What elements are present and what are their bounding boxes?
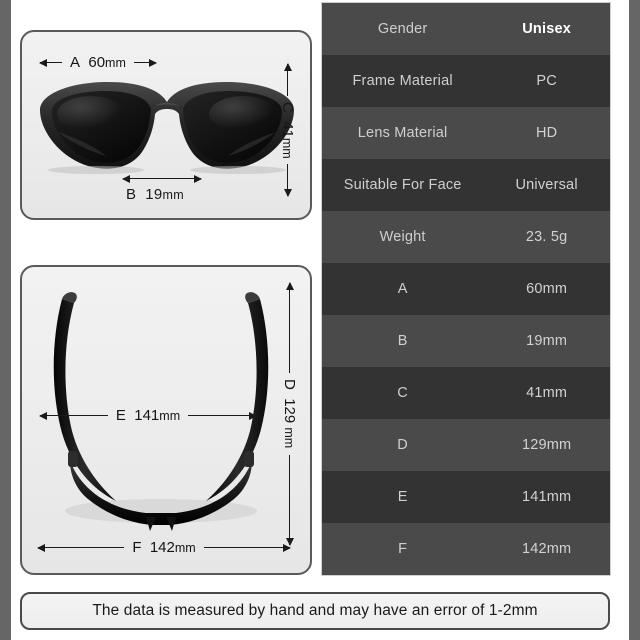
dimension-b-arrow (122, 174, 202, 183)
dimension-f-row: F 142mm (36, 539, 292, 556)
spec-key: Frame Material (352, 73, 453, 89)
spec-value: Unisex (522, 21, 571, 37)
table-row: D 129mm (322, 419, 610, 471)
spec-key: D (397, 437, 408, 453)
dimension-e-row: E 141mm (39, 407, 257, 424)
table-row: C 41mm (322, 367, 610, 419)
spec-key: C (397, 385, 408, 401)
arrow-right-icon (133, 58, 157, 67)
specification-table: Gender Unisex Frame Material PC Lens Materia… (322, 3, 610, 575)
spec-value: Universal (515, 177, 578, 193)
table-row: A 60mm (322, 263, 610, 315)
product-spec-sheet: A 60mm B 19mm C 41mm E 141mm F 142mm D 1… (0, 0, 640, 640)
arrow-up-icon (285, 281, 294, 374)
dimension-d-column: D 129 mm (281, 281, 298, 547)
right-edge-bar (629, 0, 640, 640)
spec-value: HD (535, 125, 558, 141)
diagram-column: A 60mm B 19mm C 41mm E 141mm F 142mm D 1… (20, 0, 312, 640)
arrow-double-icon (122, 174, 202, 183)
arrow-left-icon (39, 58, 62, 67)
table-row: Frame Material PC (322, 55, 610, 107)
measurement-disclaimer: The data is measured by hand and may hav… (20, 592, 610, 630)
table-row: Weight 23. 5g (322, 211, 610, 263)
spec-value: 129mm (521, 437, 572, 453)
dimension-f-label: F 142mm (132, 539, 196, 556)
arrow-down-icon (285, 454, 294, 547)
spec-value: 60mm (526, 281, 568, 297)
measurement-disclaimer-text: The data is measured by hand and may hav… (92, 602, 538, 619)
spec-key: E (397, 489, 408, 505)
spec-key: Gender (377, 21, 428, 37)
spec-key: F (398, 541, 408, 557)
arrow-left-icon (36, 543, 125, 552)
arrow-right-icon (203, 543, 292, 552)
table-row: E 141mm (322, 471, 610, 523)
dimension-b-label: B 19mm (126, 186, 184, 203)
table-row: Lens Material HD (322, 107, 610, 159)
arrow-up-icon (283, 63, 292, 96)
spec-key: Suitable For Face (343, 177, 462, 193)
dimension-a-label: A 60mm (70, 54, 126, 71)
dimension-c-column: C 41mm (279, 63, 296, 197)
arrow-down-icon (283, 164, 292, 197)
spec-value: 19mm (526, 333, 568, 349)
dimension-a-row: A 60mm (39, 54, 188, 71)
spec-value: 142mm (521, 541, 572, 557)
arrow-right-icon (188, 411, 257, 420)
table-row: B 19mm (322, 315, 610, 367)
table-row: Gender Unisex (322, 3, 610, 55)
spec-key: Lens Material (357, 125, 448, 141)
spec-value: 23. 5g (525, 229, 568, 245)
dimension-c-label: C 41mm (279, 101, 296, 159)
dimension-d-label: D 129 mm (281, 379, 298, 449)
front-view-panel: A 60mm B 19mm C 41mm (20, 30, 312, 220)
spec-value: 41mm (526, 385, 568, 401)
arrow-left-icon (39, 411, 108, 420)
table-row: F 142mm (322, 523, 610, 575)
left-edge-bar (0, 0, 11, 640)
table-row: Suitable For Face Universal (322, 159, 610, 211)
spec-key: Weight (379, 229, 426, 245)
spec-value: PC (536, 73, 557, 89)
sunglasses-front-image (40, 82, 294, 174)
spec-key: A (397, 281, 408, 297)
dimension-e-label: E 141mm (115, 407, 181, 424)
top-view-panel: E 141mm F 142mm D 129 mm (20, 265, 312, 575)
spec-value: 141mm (521, 489, 572, 505)
spec-key: B (397, 333, 408, 349)
